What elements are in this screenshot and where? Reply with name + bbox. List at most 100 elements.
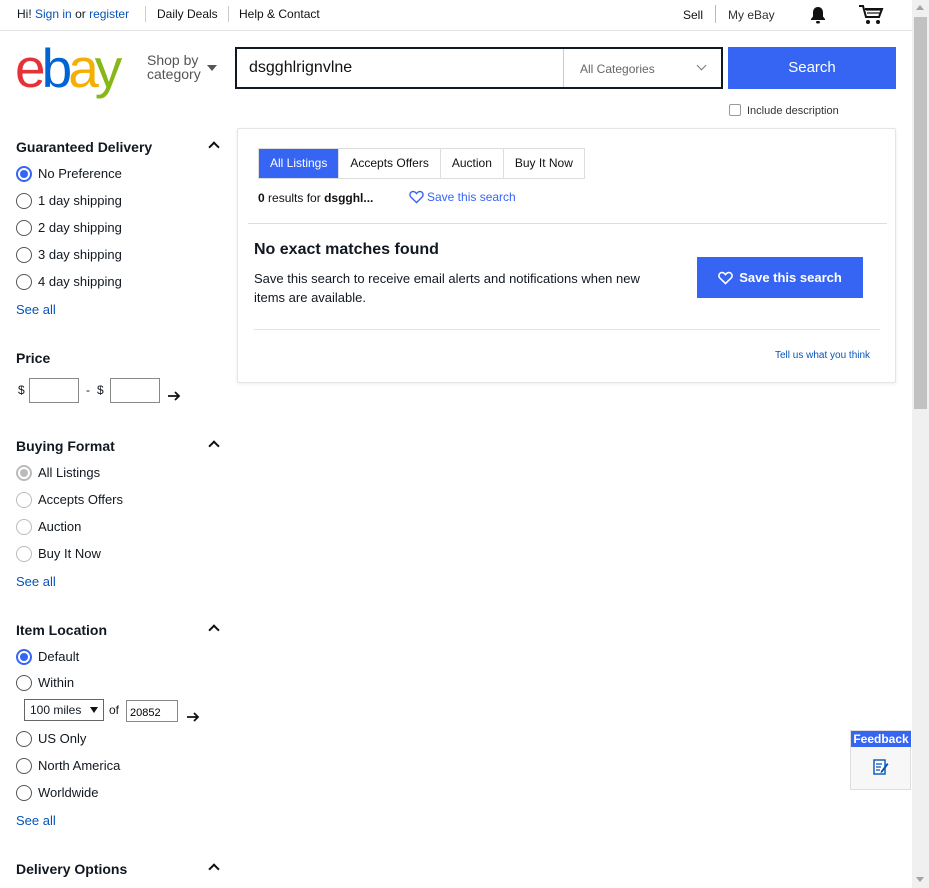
location-option-label: Worldwide <box>38 785 99 800</box>
arrow-right-icon[interactable] <box>185 709 201 730</box>
radio-button[interactable] <box>16 758 32 774</box>
radio-button[interactable] <box>16 785 32 801</box>
tab-all-listings[interactable]: All Listings <box>259 149 340 178</box>
ebay-logo[interactable]: ebay <box>15 40 135 96</box>
include-description-option[interactable]: Include description <box>729 104 839 117</box>
see-all-delivery-link[interactable]: See all <box>16 302 56 317</box>
logo-letter-y: y <box>94 37 122 99</box>
cart-icon[interactable] <box>858 4 884 26</box>
divider <box>248 223 887 224</box>
greeting-text: Hi! <box>17 7 32 21</box>
currency-symbol: $ <box>18 383 25 397</box>
tell-us-link[interactable]: Tell us what you think <box>775 350 870 361</box>
radio-button[interactable] <box>16 519 32 535</box>
radio-button[interactable] <box>16 166 32 182</box>
tab-accepts-offers[interactable]: Accepts Offers <box>339 149 441 178</box>
sell-link[interactable]: Sell <box>683 8 703 22</box>
zip-code-input[interactable] <box>126 700 178 722</box>
radio-button[interactable] <box>16 220 32 236</box>
delivery-option-label: 3 day shipping <box>38 247 122 262</box>
chevron-up-icon[interactable] <box>208 624 220 636</box>
delivery-option-label: 1 day shipping <box>38 193 122 208</box>
save-search-link-label: Save this search <box>427 190 516 204</box>
radio-button[interactable] <box>16 193 32 209</box>
greeting: Hi! Sign in or register <box>17 7 129 21</box>
heart-icon <box>718 271 734 285</box>
divider <box>228 6 229 22</box>
chevron-up-icon[interactable] <box>208 440 220 452</box>
register-link[interactable]: register <box>89 7 129 21</box>
save-search-link[interactable]: Save this search <box>409 190 516 204</box>
scroll-down-arrow-icon[interactable] <box>916 877 924 882</box>
category-select[interactable]: All Categories <box>563 49 721 87</box>
no-match-title: No exact matches found <box>254 241 439 258</box>
results-count-number: 0 <box>258 191 265 205</box>
distance-select[interactable]: 100 miles <box>24 699 104 721</box>
max-price-input[interactable] <box>110 378 160 403</box>
item-location-title[interactable]: Item Location <box>16 622 107 638</box>
top-bar: Hi! Sign in or register Daily Deals Help… <box>0 0 912 31</box>
divider <box>145 6 146 22</box>
logo-letter-e: e <box>15 37 46 99</box>
radio-button[interactable] <box>16 731 32 747</box>
radio-button[interactable] <box>16 649 32 665</box>
results-query: dsgghl... <box>324 191 374 205</box>
tab-auction[interactable]: Auction <box>440 149 504 178</box>
format-option-label: Auction <box>38 519 82 534</box>
no-match-description: Save this search to receive email alerts… <box>254 271 640 305</box>
delivery-option-label: 2 day shipping <box>38 220 122 235</box>
radio-button[interactable] <box>16 675 32 691</box>
shop-by-category-button[interactable]: Shop by category <box>147 52 217 81</box>
guaranteed-delivery-title[interactable]: Guaranteed Delivery <box>16 139 152 155</box>
sign-in-link[interactable]: Sign in <box>35 7 72 21</box>
search-box: All Categories <box>235 47 723 89</box>
search-input[interactable] <box>237 49 563 87</box>
save-search-button-label: Save this search <box>739 270 842 285</box>
chevron-down-icon <box>696 60 707 71</box>
see-all-format-link[interactable]: See all <box>16 574 56 589</box>
scroll-thumb[interactable] <box>914 17 927 409</box>
delivery-option-label: 4 day shipping <box>38 274 122 289</box>
category-select-label: All Categories <box>580 62 655 76</box>
currency-symbol: $ <box>97 383 104 397</box>
include-description-checkbox[interactable] <box>729 104 741 116</box>
chevron-up-icon[interactable] <box>208 863 220 875</box>
heart-icon <box>409 190 424 204</box>
radio-button[interactable] <box>16 465 32 481</box>
feedback-widget[interactable]: Feedback <box>850 730 911 790</box>
radio-button[interactable] <box>16 247 32 263</box>
bell-icon[interactable] <box>808 5 828 25</box>
edit-note-icon <box>873 758 889 781</box>
daily-deals-link[interactable]: Daily Deals <box>157 7 218 21</box>
feedback-label: Feedback <box>851 731 911 747</box>
buying-format-tabs: All Listings Accepts Offers Auction Buy … <box>258 148 585 179</box>
location-option-label: Default <box>38 649 80 664</box>
format-option-label: Buy It Now <box>38 546 101 561</box>
chevron-up-icon[interactable] <box>208 141 220 153</box>
radio-button[interactable] <box>16 492 32 508</box>
tab-buy-it-now[interactable]: Buy It Now <box>503 149 584 178</box>
format-option-label: All Listings <box>38 465 101 480</box>
caret-down-icon <box>207 65 217 71</box>
scroll-up-arrow-icon[interactable] <box>916 5 924 10</box>
search-button[interactable]: Search <box>728 47 896 89</box>
see-all-location-link[interactable]: See all <box>16 813 56 828</box>
help-contact-link[interactable]: Help & Contact <box>239 7 320 21</box>
divider <box>254 329 880 330</box>
price-title: Price <box>16 350 51 366</box>
radio-button[interactable] <box>16 546 32 562</box>
arrow-right-icon[interactable] <box>166 388 182 409</box>
location-option-label: US Only <box>38 731 87 746</box>
delivery-options-title[interactable]: Delivery Options <box>16 861 127 877</box>
radio-button[interactable] <box>16 274 32 290</box>
or-text: or <box>75 7 86 21</box>
vertical-scrollbar[interactable] <box>912 0 929 888</box>
price-dash: - <box>86 383 90 397</box>
my-ebay-link[interactable]: My eBay <box>728 8 775 22</box>
save-search-button[interactable]: Save this search <box>697 257 863 298</box>
logo-letter-a: a <box>68 37 99 99</box>
location-option-label: North America <box>38 758 121 773</box>
shop-by-line1: Shop by <box>147 52 199 68</box>
min-price-input[interactable] <box>29 378 79 403</box>
buying-format-title[interactable]: Buying Format <box>16 438 115 454</box>
